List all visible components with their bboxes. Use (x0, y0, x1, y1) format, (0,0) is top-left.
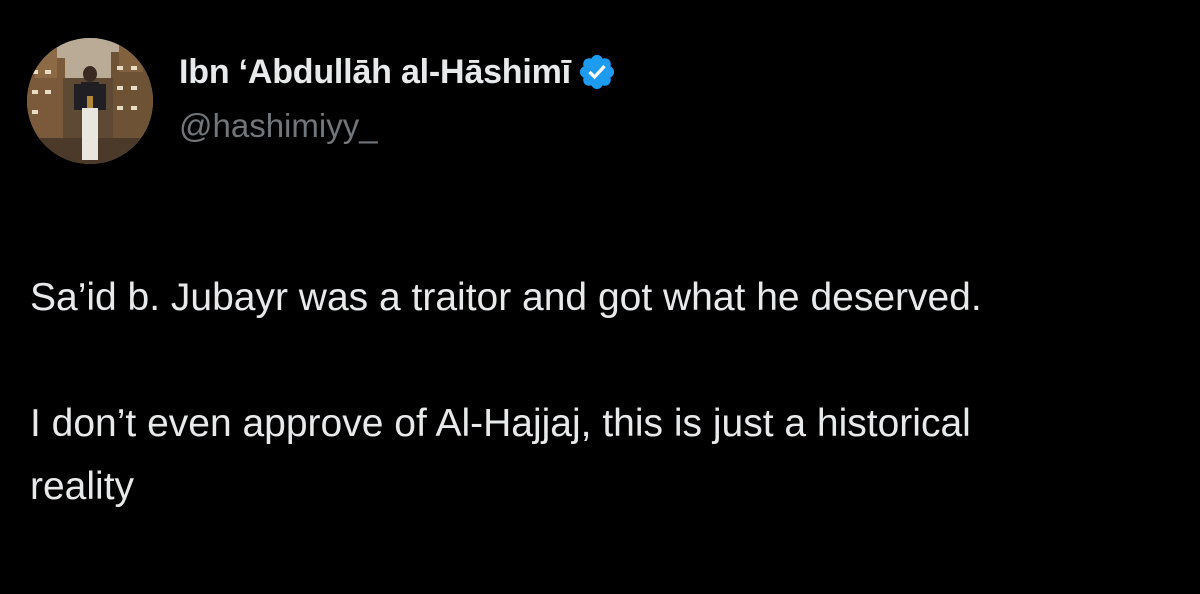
author-handle[interactable]: @hashimiyy_ (179, 107, 378, 145)
verified-badge-icon[interactable] (577, 52, 617, 92)
display-name[interactable]: Ibn ‘Abdullāh al-Hāshimī (179, 53, 571, 92)
tweet-paragraph: I don’t even approve of Al-Hajjaj, this … (30, 402, 971, 508)
author-name-row[interactable]: Ibn ‘Abdullāh al-Hāshimī (179, 50, 617, 94)
tweet-paragraph: Sa’id b. Jubayr was a traitor and got wh… (30, 276, 982, 319)
avatar[interactable] (27, 38, 153, 164)
avatar-image (27, 38, 153, 164)
tweet-text: Sa’id b. Jubayr was a traitor and got wh… (30, 266, 1170, 518)
tweet: Ibn ‘Abdullāh al-Hāshimī @hashimiyy_ Sa’… (0, 0, 1200, 594)
